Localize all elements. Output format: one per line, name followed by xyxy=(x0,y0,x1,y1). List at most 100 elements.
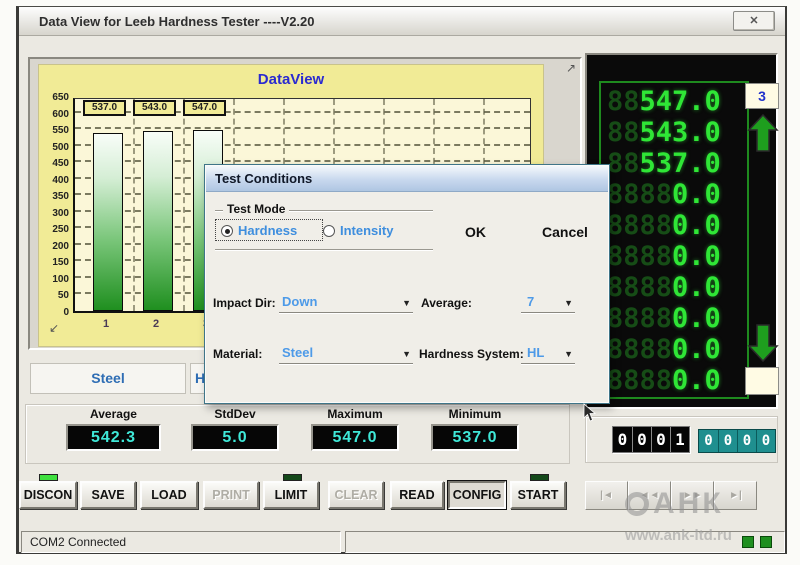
impact-dir-combobox[interactable]: Down ▼ xyxy=(279,294,413,313)
close-icon: ✕ xyxy=(749,15,758,27)
up-arrow-icon xyxy=(747,113,779,153)
led-ghost-digits: 8888 xyxy=(607,241,672,272)
gridline-vertical-icon xyxy=(133,99,135,311)
y-axis-tick-label: 200 xyxy=(39,241,69,252)
groupbox-bottom-line xyxy=(215,249,433,250)
chart-bar xyxy=(143,131,173,311)
led-panel: 88547.088543.088537.088880.088880.088880… xyxy=(585,53,778,409)
gridline-vertical-icon xyxy=(183,99,185,311)
counter-secondary: 0000 xyxy=(698,429,776,453)
toolbar-button-print[interactable]: PRINT xyxy=(203,481,259,509)
radio-intensity-label[interactable]: Intensity xyxy=(340,223,393,238)
led-row: 88880.0 xyxy=(607,241,747,272)
nav-prev-button[interactable]: ◄◄ xyxy=(628,481,671,510)
y-axis-tick-label: 100 xyxy=(39,274,69,285)
scroll-down-button[interactable] xyxy=(747,323,779,363)
toolbar-button-start[interactable]: START xyxy=(510,481,566,509)
scroll-up-button[interactable] xyxy=(747,113,779,153)
y-axis-tick-label: 600 xyxy=(39,109,69,120)
y-axis-tick-label: 0 xyxy=(39,307,69,318)
toolbar-button-load[interactable]: LOAD xyxy=(140,481,198,509)
radio-intensity[interactable] xyxy=(323,225,335,237)
nav-buttons: |◄◄◄►►►| xyxy=(585,481,759,510)
toolbar-button-limit[interactable]: LIMIT xyxy=(263,481,319,509)
led-ghost-digits: 8888 xyxy=(607,272,672,303)
material-combobox[interactable]: Steel ▼ xyxy=(279,345,413,364)
y-axis-tick-label: 650 xyxy=(39,92,69,103)
bar-value-label: 537.0 xyxy=(83,100,126,116)
y-axis-tick-label: 400 xyxy=(39,175,69,186)
y-axis-tick-label: 250 xyxy=(39,224,69,235)
nav-last-button[interactable]: ►| xyxy=(714,481,757,510)
toolbar-button-save[interactable]: SAVE xyxy=(80,481,136,509)
y-axis-tick-label: 50 xyxy=(39,290,69,301)
y-axis-tick-label: 550 xyxy=(39,125,69,136)
cancel-button[interactable]: Cancel xyxy=(542,224,588,240)
hardness-system-value: HL xyxy=(527,345,544,360)
counter-primary: 0001 xyxy=(612,426,690,453)
y-axis-tick-label: 500 xyxy=(39,142,69,153)
toolbar-button-read[interactable]: READ xyxy=(390,481,444,509)
toolbar-button-config[interactable]: CONFIG xyxy=(448,481,506,509)
radio-dot-icon xyxy=(225,229,230,234)
status-bar: COM2 Connected xyxy=(19,531,790,553)
led-row: 88880.0 xyxy=(607,303,747,334)
radio-hardness-label[interactable]: Hardness xyxy=(238,223,297,238)
hardness-system-label: Hardness System: xyxy=(419,347,524,361)
material-value: Steel xyxy=(282,345,313,360)
led-value: 0.0 xyxy=(672,179,721,210)
led-ghost-digits: 8888 xyxy=(607,303,672,334)
bar-value-label: 543.0 xyxy=(133,100,176,116)
counter-digit: 0 xyxy=(632,427,651,452)
led-row: 88880.0 xyxy=(607,210,747,241)
title-bar: Data View for Leeb Hardness Tester ----V… xyxy=(19,7,785,36)
ok-button[interactable]: OK xyxy=(465,224,486,240)
average-combobox[interactable]: 7 ▼ xyxy=(521,294,575,313)
led-row: 88880.0 xyxy=(607,179,747,210)
nav-first-button[interactable]: |◄ xyxy=(585,481,628,510)
y-axis-tick-label: 450 xyxy=(39,158,69,169)
gridline-horizontal-icon xyxy=(75,127,530,129)
led-value: 0.0 xyxy=(672,334,721,365)
dropdown-arrow-icon[interactable]: ▼ xyxy=(564,349,573,359)
status-section-2 xyxy=(345,531,785,553)
led-row: 88543.0 xyxy=(607,117,747,148)
led-ghost-digits: 8888 xyxy=(607,365,672,396)
counter-digit: 1 xyxy=(670,427,689,452)
status-led-2-icon xyxy=(760,536,772,548)
counter-panel: 0001 0000 xyxy=(585,416,778,463)
led-value: 0.0 xyxy=(672,210,721,241)
counter-digit: 0 xyxy=(718,430,737,452)
radio-hardness[interactable] xyxy=(221,225,233,237)
led-row: 88880.0 xyxy=(607,272,747,303)
x-axis-tick-label: 2 xyxy=(141,318,171,330)
resize-ne-icon: ↗ xyxy=(566,61,576,75)
dialog-title-bar[interactable]: Test Conditions xyxy=(206,166,608,192)
hardness-system-combobox[interactable]: HL ▼ xyxy=(521,345,575,364)
led-display: 88547.088543.088537.088880.088880.088880… xyxy=(599,81,749,399)
led-value: 543.0 xyxy=(640,117,721,148)
status-led-1-icon xyxy=(742,536,754,548)
led-value: 0.0 xyxy=(672,272,721,303)
led-ghost-digits: 88 xyxy=(607,86,640,117)
test-conditions-dialog: Test Conditions Test Mode Hardness Inten… xyxy=(204,164,610,404)
counter-digit: 0 xyxy=(613,427,632,452)
led-row: 88880.0 xyxy=(607,365,747,396)
led-value: 0.0 xyxy=(672,241,721,272)
tab-steel[interactable]: Steel xyxy=(30,363,186,394)
stat-minimum-value: 537.0 xyxy=(431,424,519,451)
dropdown-arrow-icon[interactable]: ▼ xyxy=(402,298,411,308)
toolbar-button-discon[interactable]: DISCON xyxy=(19,481,77,509)
down-arrow-icon xyxy=(747,323,779,363)
counter-digit: 0 xyxy=(737,430,756,452)
nav-next-button[interactable]: ►► xyxy=(671,481,714,510)
stats-panel: Average 542.3 StdDev 5.0 Maximum 547.0 M… xyxy=(25,404,570,464)
bar-value-label: 547.0 xyxy=(183,100,226,116)
toolbar: DISCONSAVELOADPRINTLIMIT CLEARREADCONFIGS… xyxy=(19,473,594,510)
dropdown-arrow-icon[interactable]: ▼ xyxy=(564,298,573,308)
close-button[interactable]: ✕ xyxy=(733,11,775,31)
index-bottom-box xyxy=(745,367,779,395)
toolbar-button-clear[interactable]: CLEAR xyxy=(328,481,384,509)
impact-dir-value: Down xyxy=(282,294,317,309)
dropdown-arrow-icon[interactable]: ▼ xyxy=(402,349,411,359)
